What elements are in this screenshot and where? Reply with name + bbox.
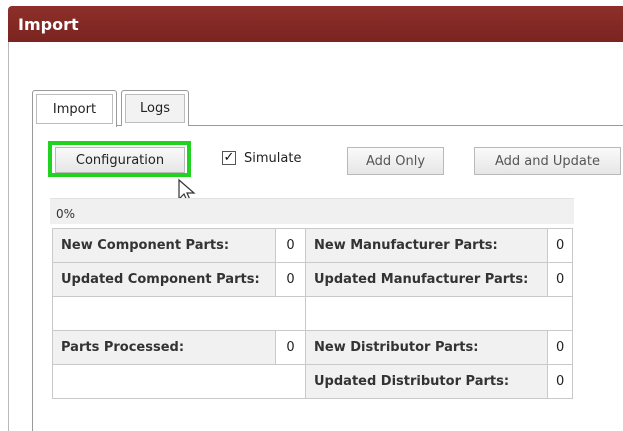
table-row: Updated Component Parts: 0 Updated Manuf… bbox=[52, 262, 574, 297]
tab-logs-label: Logs bbox=[140, 101, 170, 116]
add-and-update-label: Add and Update bbox=[495, 153, 600, 169]
simulate-checkbox[interactable]: ✓ bbox=[222, 151, 236, 165]
add-and-update-button[interactable]: Add and Update bbox=[474, 147, 621, 175]
import-stats-table: New Component Parts: 0 New Manufacturer … bbox=[52, 228, 574, 399]
new-distributor-parts-value: 0 bbox=[546, 330, 574, 365]
empty-cell bbox=[52, 364, 306, 399]
tab-import-label: Import bbox=[52, 101, 97, 117]
empty-cell bbox=[304, 296, 574, 331]
simulate-label: Simulate bbox=[244, 151, 302, 166]
panel-border bbox=[32, 125, 33, 431]
table-row bbox=[52, 296, 574, 331]
tab-logs[interactable]: Logs bbox=[121, 90, 189, 126]
progress-text: 0% bbox=[56, 207, 76, 221]
parts-processed-value: 0 bbox=[275, 330, 306, 365]
highlight-box bbox=[48, 141, 191, 177]
progress-bar: 0% bbox=[50, 198, 574, 224]
add-only-label: Add Only bbox=[365, 153, 426, 169]
new-distributor-parts-label: New Distributor Parts: bbox=[305, 330, 548, 365]
tab-import[interactable]: Import bbox=[32, 90, 117, 127]
new-manufacturer-parts-value: 0 bbox=[546, 228, 574, 263]
title-bar: Import bbox=[8, 6, 623, 42]
updated-component-parts-value: 0 bbox=[275, 262, 306, 297]
updated-manufacturer-parts-label: Updated Manufacturer Parts: bbox=[305, 262, 548, 297]
new-manufacturer-parts-label: New Manufacturer Parts: bbox=[305, 228, 548, 263]
table-row: Parts Processed: 0 New Distributor Parts… bbox=[52, 330, 574, 365]
check-mark-icon: ✓ bbox=[223, 150, 235, 165]
empty-cell bbox=[52, 296, 306, 331]
updated-distributor-parts-value: 0 bbox=[546, 364, 574, 399]
updated-distributor-parts-label: Updated Distributor Parts: bbox=[305, 364, 548, 399]
window-title: Import bbox=[18, 15, 79, 34]
new-component-parts-label: New Component Parts: bbox=[52, 228, 276, 263]
updated-component-parts-label: Updated Component Parts: bbox=[52, 262, 276, 297]
new-component-parts-value: 0 bbox=[275, 228, 306, 263]
parts-processed-label: Parts Processed: bbox=[52, 330, 276, 365]
add-only-button[interactable]: Add Only bbox=[347, 147, 444, 175]
updated-manufacturer-parts-value: 0 bbox=[546, 262, 574, 297]
table-row: New Component Parts: 0 New Manufacturer … bbox=[52, 228, 574, 263]
table-row: Updated Distributor Parts: 0 bbox=[52, 364, 574, 399]
